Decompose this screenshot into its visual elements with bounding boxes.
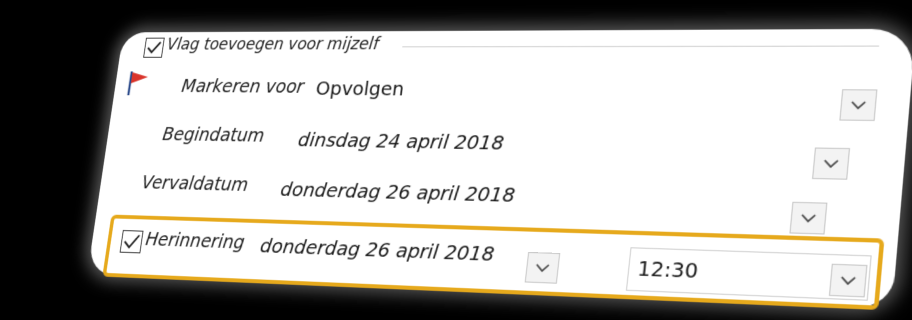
vervaldatum-label: Vervaldatum: [140, 172, 250, 196]
herinnering-label: Herinnering: [144, 228, 246, 254]
begindatum-label: Begindatum: [161, 124, 266, 147]
checkmark-icon: [145, 39, 163, 55]
markeren-voor-value: Opvolgen: [314, 76, 406, 101]
flag-for-me-label: Vlag toevoegen voor mijzelf: [165, 35, 380, 55]
begindatum-dropdown-button[interactable]: [812, 147, 851, 180]
herinnering-time-dropdown-button[interactable]: [828, 263, 868, 298]
begindatum-value: dinsdag 24 april 2018: [296, 127, 506, 155]
chevron-down-icon: [535, 263, 550, 273]
markeren-voor-dropdown-button[interactable]: [839, 89, 878, 121]
herinnering-date-value: donderdag 26 april 2018: [258, 233, 496, 266]
herinnering-checkbox[interactable]: [119, 230, 144, 254]
herinnering-date-dropdown-button[interactable]: [524, 251, 561, 284]
red-flag-icon: [124, 69, 152, 97]
markeren-voor-label: Markeren voor: [180, 76, 306, 98]
chevron-down-icon: [823, 159, 839, 169]
chevron-down-icon: [840, 275, 856, 285]
screenshot-stage: Vlag toevoegen voor mijzelf Markeren voo…: [0, 0, 912, 320]
vervaldatum-value: donderdag 26 april 2018: [279, 177, 517, 207]
group-divider: [402, 45, 880, 48]
herinnering-time-value: 12:30: [636, 255, 700, 284]
flag-settings-panel: Vlag toevoegen voor mijzelf Markeren voo…: [87, 28, 912, 310]
begindatum-field[interactable]: dinsdag 24 april 2018: [287, 120, 852, 180]
checkmark-icon: [122, 232, 142, 251]
chevron-down-icon: [850, 100, 866, 110]
flag-for-me-checkbox[interactable]: [143, 37, 165, 58]
markeren-voor-select[interactable]: Opvolgen: [307, 69, 880, 121]
vervaldatum-dropdown-button[interactable]: [789, 201, 828, 235]
chevron-down-icon: [800, 213, 816, 223]
